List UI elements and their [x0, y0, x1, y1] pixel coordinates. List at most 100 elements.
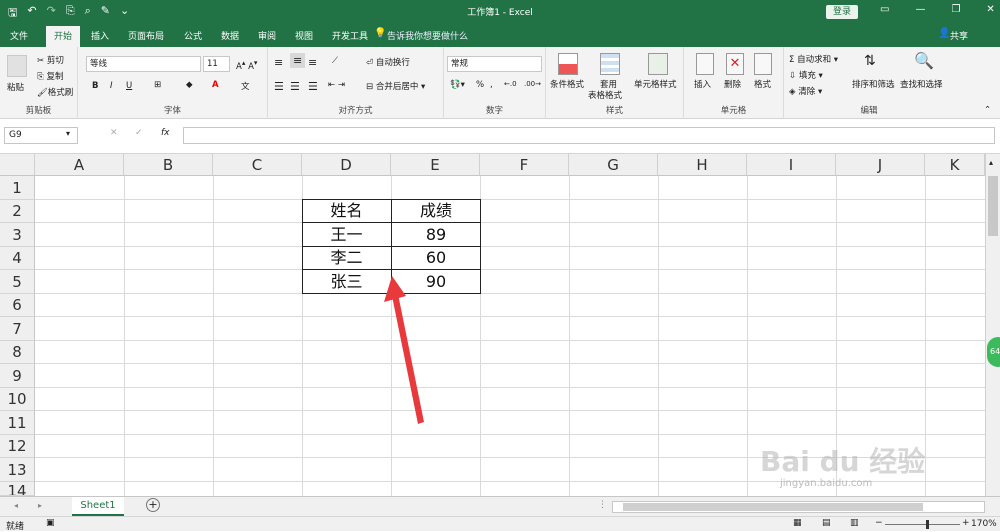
paste-button[interactable]: 粘贴: [7, 81, 24, 93]
zoom-in-icon[interactable]: +: [962, 518, 970, 528]
phonetic-icon[interactable]: 文: [241, 80, 250, 92]
grow-font-icon[interactable]: A▴ A▾: [236, 58, 257, 72]
zoom-out-icon[interactable]: −: [875, 518, 883, 528]
delete-cells-icon[interactable]: ✕: [726, 53, 744, 75]
italic-button[interactable]: I: [110, 81, 113, 91]
format-painter-button[interactable]: 🖌格式刷: [37, 86, 73, 98]
find-select-icon[interactable]: 🔍: [914, 51, 934, 70]
format-as-table-line2[interactable]: 表格格式: [588, 89, 622, 101]
cut-button[interactable]: ✂ 剪切: [37, 54, 64, 66]
column-header-f[interactable]: F: [480, 154, 569, 176]
tab-page-layout[interactable]: 页面布局: [128, 29, 164, 42]
align-right-icon[interactable]: ☰: [308, 80, 318, 93]
row-header-4[interactable]: 4: [0, 247, 35, 270]
border-icon[interactable]: ⊞: [154, 80, 161, 90]
column-header-d[interactable]: D: [302, 154, 391, 176]
next-sheet-icon[interactable]: ▸: [38, 501, 42, 510]
ribbon-display-icon[interactable]: ▭: [880, 4, 889, 15]
align-bottom-icon[interactable]: ≡: [308, 56, 317, 69]
column-header-a[interactable]: A: [35, 154, 124, 176]
insert-function-icon[interactable]: fx: [161, 128, 170, 138]
column-header-b[interactable]: B: [124, 154, 213, 176]
format-cells-icon[interactable]: [754, 53, 772, 75]
enter-icon[interactable]: ✓: [135, 128, 143, 138]
decrease-decimal-icon[interactable]: .00→: [524, 80, 541, 88]
sheet-tab-sheet1[interactable]: Sheet1: [72, 497, 124, 516]
conditional-format-button[interactable]: 条件格式: [550, 78, 584, 90]
font-color-icon[interactable]: A: [212, 80, 219, 90]
sort-filter-button[interactable]: 排序和筛选: [852, 78, 895, 90]
page-layout-view-icon[interactable]: ▤: [822, 518, 831, 528]
column-header-g[interactable]: G: [569, 154, 658, 176]
conditional-format-icon[interactable]: [558, 53, 578, 75]
tab-view[interactable]: 视图: [295, 29, 313, 42]
fill-color-icon[interactable]: ◆: [186, 80, 193, 90]
vertical-scrollbar[interactable]: ▴: [985, 154, 1000, 496]
add-sheet-button[interactable]: +: [146, 498, 160, 512]
cell-styles-button[interactable]: 单元格样式: [634, 78, 677, 90]
close-icon[interactable]: ✕: [986, 4, 994, 15]
underline-button[interactable]: U: [126, 81, 132, 91]
column-header-c[interactable]: C: [213, 154, 302, 176]
zoom-level[interactable]: 170%: [971, 519, 997, 529]
clear-button[interactable]: ◈ 清除 ▾: [789, 85, 822, 97]
page-break-view-icon[interactable]: ▥: [850, 518, 859, 528]
macro-record-icon[interactable]: ▣: [46, 518, 55, 528]
prev-sheet-icon[interactable]: ◂: [14, 501, 18, 510]
column-header-j[interactable]: J: [836, 154, 925, 176]
split-handle-icon[interactable]: ⋮: [598, 500, 607, 510]
row-header-9[interactable]: 9: [0, 364, 35, 388]
delete-cells-button[interactable]: 删除: [724, 78, 741, 90]
restore-icon[interactable]: ❐: [951, 4, 960, 15]
cell-d4[interactable]: 李二: [302, 247, 391, 269]
increase-decimal-icon[interactable]: ←.0: [504, 80, 517, 88]
column-header-e[interactable]: E: [391, 154, 480, 176]
align-middle-icon[interactable]: ≡: [290, 53, 306, 68]
wrap-text-button[interactable]: ⏎ 自动换行: [366, 56, 410, 68]
align-top-icon[interactable]: ≡: [274, 56, 283, 69]
bold-button[interactable]: B: [92, 81, 98, 91]
vertical-scroll-thumb[interactable]: [988, 176, 998, 236]
tab-developer[interactable]: 开发工具: [332, 29, 368, 42]
row-header-5[interactable]: 5: [0, 270, 35, 294]
side-badge[interactable]: 64: [987, 337, 1000, 367]
tab-review[interactable]: 审阅: [258, 29, 276, 42]
login-button[interactable]: 登录: [826, 5, 858, 19]
row-header-13[interactable]: 13: [0, 458, 35, 482]
tab-file[interactable]: 文件: [10, 29, 28, 42]
orientation-icon[interactable]: ⟋: [332, 56, 338, 66]
format-cells-button[interactable]: 格式: [754, 78, 771, 90]
sort-filter-icon[interactable]: ⇅: [864, 53, 876, 69]
fill-button[interactable]: ⇩ 填充 ▾: [789, 69, 823, 81]
indent-icon[interactable]: ⇤ ⇥: [328, 80, 345, 90]
find-select-button[interactable]: 查找和选择: [900, 78, 943, 90]
row-header-11[interactable]: 11: [0, 411, 35, 435]
worksheet-grid[interactable]: A B C D E F G H I J K 1 2 3 4 5 6 7 8 9 …: [0, 154, 1000, 496]
tab-data[interactable]: 数据: [221, 29, 239, 42]
column-header-h[interactable]: H: [658, 154, 747, 176]
zoom-slider[interactable]: [885, 520, 960, 529]
font-size-select[interactable]: 11: [203, 56, 230, 72]
horizontal-scroll-thumb[interactable]: [623, 503, 923, 511]
collapse-ribbon-icon[interactable]: ⌃: [984, 105, 991, 115]
cell-d3[interactable]: 王一: [302, 223, 391, 246]
cell-e2[interactable]: 成绩: [391, 200, 481, 222]
cell-d2[interactable]: 姓名: [302, 200, 391, 222]
formula-input[interactable]: [183, 127, 995, 144]
merge-center-button[interactable]: ⊟ 合并后居中 ▾: [366, 80, 425, 92]
name-box-dropdown-icon[interactable]: ▾: [66, 129, 70, 138]
minimize-icon[interactable]: —: [915, 4, 925, 15]
percent-button[interactable]: %: [476, 80, 484, 90]
row-header-2[interactable]: 2: [0, 200, 35, 223]
tell-me-box[interactable]: 告诉我你想要做什么: [387, 29, 468, 42]
row-header-10[interactable]: 10: [0, 388, 35, 411]
autosum-button[interactable]: Σ 自动求和 ▾: [789, 53, 838, 65]
horizontal-scrollbar[interactable]: [612, 501, 985, 513]
row-header-8[interactable]: 8: [0, 341, 35, 364]
normal-view-icon[interactable]: ▦: [793, 518, 802, 528]
paste-icon[interactable]: [7, 55, 27, 77]
tab-formulas[interactable]: 公式: [184, 29, 202, 42]
row-header-1[interactable]: 1: [0, 176, 35, 200]
column-header-k[interactable]: K: [925, 154, 985, 176]
row-header-6[interactable]: 6: [0, 294, 35, 317]
